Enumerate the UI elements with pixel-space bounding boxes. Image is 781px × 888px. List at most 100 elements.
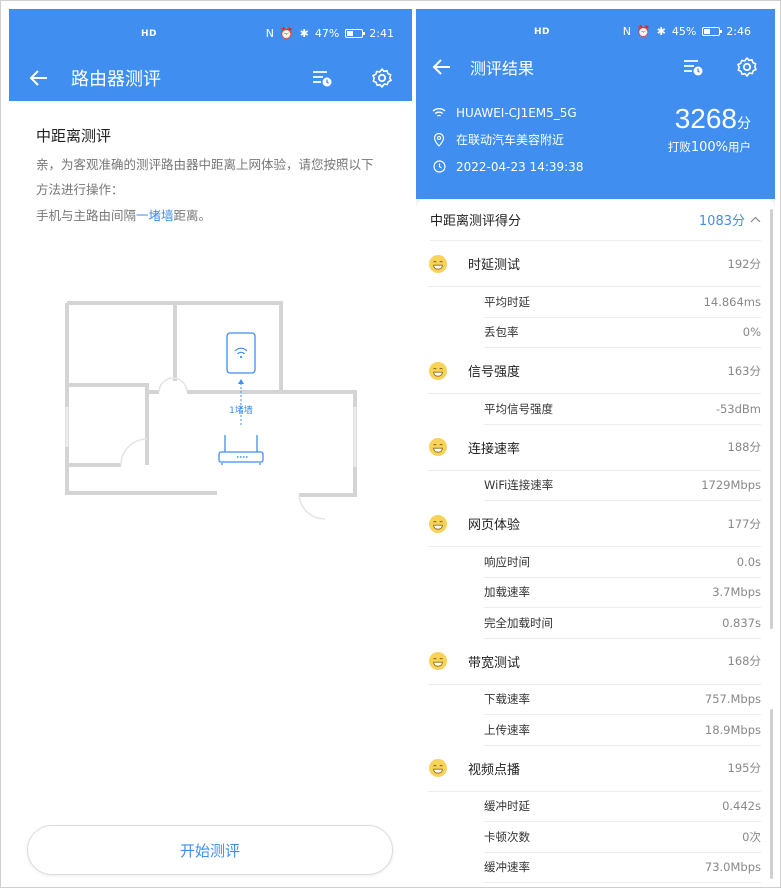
category-score: 177分 <box>727 516 761 531</box>
nfc-icon: N <box>622 25 631 38</box>
floor-plan-diagram: 1堵墙 <box>65 301 357 520</box>
summary-row[interactable]: 中距离测评得分 1083分 <box>430 199 761 241</box>
result-info: HUAWEI-CJ1EM5_5G 在联动汽车美容附近 2022-04-23 14… <box>416 89 775 187</box>
location-pin-icon <box>432 132 446 147</box>
clock: 2:46 <box>726 25 751 38</box>
battery-icon <box>702 27 723 36</box>
app-bar: 测评结果 <box>416 45 775 89</box>
history-list-icon[interactable] <box>681 55 705 79</box>
smiley-face-icon <box>429 361 447 380</box>
hint-highlight: 一堵墙 <box>136 208 174 223</box>
right-phone-screen: HD N ⏰ ✱ 45% 2:46 测评结果 HUAWEI-CJ1EM5_5G … <box>416 9 775 883</box>
category-row: 信号强度 163分 <box>428 348 761 394</box>
metric-row: 卡顿次数 0次 <box>484 822 761 853</box>
metric-name: WiFi连接速率 <box>484 478 554 493</box>
category-score: 192分 <box>727 256 761 271</box>
alarm-icon: ⏰ <box>636 25 651 38</box>
metric-row: 缓冲时延 0.442s <box>484 792 761 822</box>
category-name: 时延测试 <box>468 258 521 273</box>
status-right: N ⏰ ✱ 47% 2:41 <box>266 27 394 40</box>
start-test-button[interactable]: 开始测评 <box>27 825 393 875</box>
test-datetime: 2022-04-23 14:39:38 <box>456 159 584 174</box>
app-bar-actions <box>681 55 759 79</box>
clock: 2:41 <box>369 27 394 40</box>
location-text: 在联动汽车美容附近 <box>456 133 565 147</box>
beat-suffix: 用户 <box>728 140 751 154</box>
metric-name: 响应时间 <box>484 554 530 569</box>
section-heading: 中距离测评 <box>36 127 112 145</box>
smiley-face-icon <box>429 652 447 670</box>
metric-row: 丢包率 0% <box>484 318 761 348</box>
app-bar: 路由器测评 <box>9 55 412 101</box>
metric-value: 3.7Mbps <box>712 585 761 600</box>
settings-gear-icon[interactable] <box>370 66 394 90</box>
metric-name: 缓冲速率 <box>484 860 530 875</box>
router-icon <box>218 435 264 465</box>
metric-name: 平均信号强度 <box>484 401 553 416</box>
metric-value: 0.837s <box>722 615 761 630</box>
metric-value: 0次 <box>742 829 761 844</box>
metric-name: 下载速率 <box>484 692 530 707</box>
phone-icon <box>226 332 256 374</box>
wall-label: 1堵墙 <box>229 404 253 416</box>
metric-value: 0.442s <box>722 799 761 814</box>
status-bar: HD N ⏰ ✱ 45% 2:46 <box>416 9 775 45</box>
total-score: 3268分 打败100%用户 <box>668 103 751 155</box>
summary-score: 1083分 <box>698 214 745 229</box>
result-details: 中距离测评得分 1083分 时延测试 192分 平均时延 14.864ms 丢包… <box>416 199 775 883</box>
result-header: HD N ⏰ ✱ 45% 2:46 测评结果 HUAWEI-CJ1EM5_5G … <box>416 9 775 199</box>
category-row: 网页体验 177分 <box>428 501 761 547</box>
metric-name: 缓冲时延 <box>484 799 530 814</box>
wifi-icon <box>432 106 446 120</box>
metric-row: 响应时间 0.0s <box>484 547 761 578</box>
distance-hint: 手机与主路由间隔一堵墙距离。 <box>36 205 385 224</box>
network-indicator: HD <box>141 29 158 39</box>
metric-value: -53dBm <box>715 401 761 416</box>
category-row: 带宽测试 168分 <box>428 639 761 685</box>
left-phone-screen: HD N ⏰ ✱ 47% 2:41 路由器测评 中距离测评 亲，为客观准确的测评… <box>9 9 412 883</box>
bluetooth-icon: ✱ <box>299 27 309 40</box>
metric-value: 14.864ms <box>703 294 761 309</box>
screenshot-frame: HD N ⏰ ✱ 47% 2:41 路由器测评 中距离测评 亲，为客观准确的测评… <box>0 0 781 888</box>
metric-row: 缓冲速率 73.0Mbps <box>484 853 761 883</box>
back-arrow-icon[interactable] <box>27 66 51 90</box>
smiley-face-icon <box>429 254 447 273</box>
category-name: 网页体验 <box>468 518 521 533</box>
category-list: 时延测试 192分 平均时延 14.864ms 丢包率 0% 信号强度 163分… <box>416 241 775 883</box>
metric-name: 平均时延 <box>484 294 530 309</box>
history-list-icon[interactable] <box>310 66 334 90</box>
battery-icon <box>345 29 366 38</box>
battery-percent: 47% <box>314 27 340 40</box>
metric-row: WiFi连接速率 1729Mbps <box>484 471 761 501</box>
category-row: 时延测试 192分 <box>428 241 761 287</box>
category-name: 信号强度 <box>468 365 521 380</box>
category-score: 188分 <box>727 440 761 454</box>
metric-name: 丢包率 <box>484 325 519 340</box>
scrollbar[interactable] <box>770 209 773 629</box>
metric-row: 平均时延 14.864ms <box>484 287 761 318</box>
smiley-face-icon <box>429 438 447 456</box>
scrollbar-lower <box>770 709 773 879</box>
category-name: 连接速率 <box>468 441 521 457</box>
chevron-up-icon[interactable] <box>750 216 761 223</box>
app-bar-actions <box>310 66 394 90</box>
status-right: N ⏰ ✱ 45% 2:46 <box>623 25 751 38</box>
back-arrow-icon[interactable] <box>430 55 454 79</box>
alarm-icon: ⏰ <box>279 27 294 40</box>
smiley-face-icon <box>429 759 447 777</box>
category-row: 连接速率 188分 <box>428 425 761 471</box>
metric-value: 757.Mbps <box>704 692 761 707</box>
beat-percent: 100% <box>690 140 728 155</box>
metric-value: 0% <box>742 325 761 340</box>
settings-gear-icon[interactable] <box>735 55 759 79</box>
category-score: 168分 <box>727 654 761 668</box>
total-score-value: 3268 <box>674 103 737 134</box>
beat-prefix: 打败 <box>667 140 691 154</box>
metric-value: 1729Mbps <box>701 478 761 493</box>
metric-row: 下载速率 757.Mbps <box>484 685 761 715</box>
metric-name: 卡顿次数 <box>484 829 530 844</box>
smiley-face-icon <box>429 514 447 533</box>
metric-value: 0.0s <box>736 554 761 569</box>
wifi-name: HUAWEI-CJ1EM5_5G <box>456 105 577 120</box>
hint-prefix: 手机与主路由间隔 <box>36 208 137 223</box>
